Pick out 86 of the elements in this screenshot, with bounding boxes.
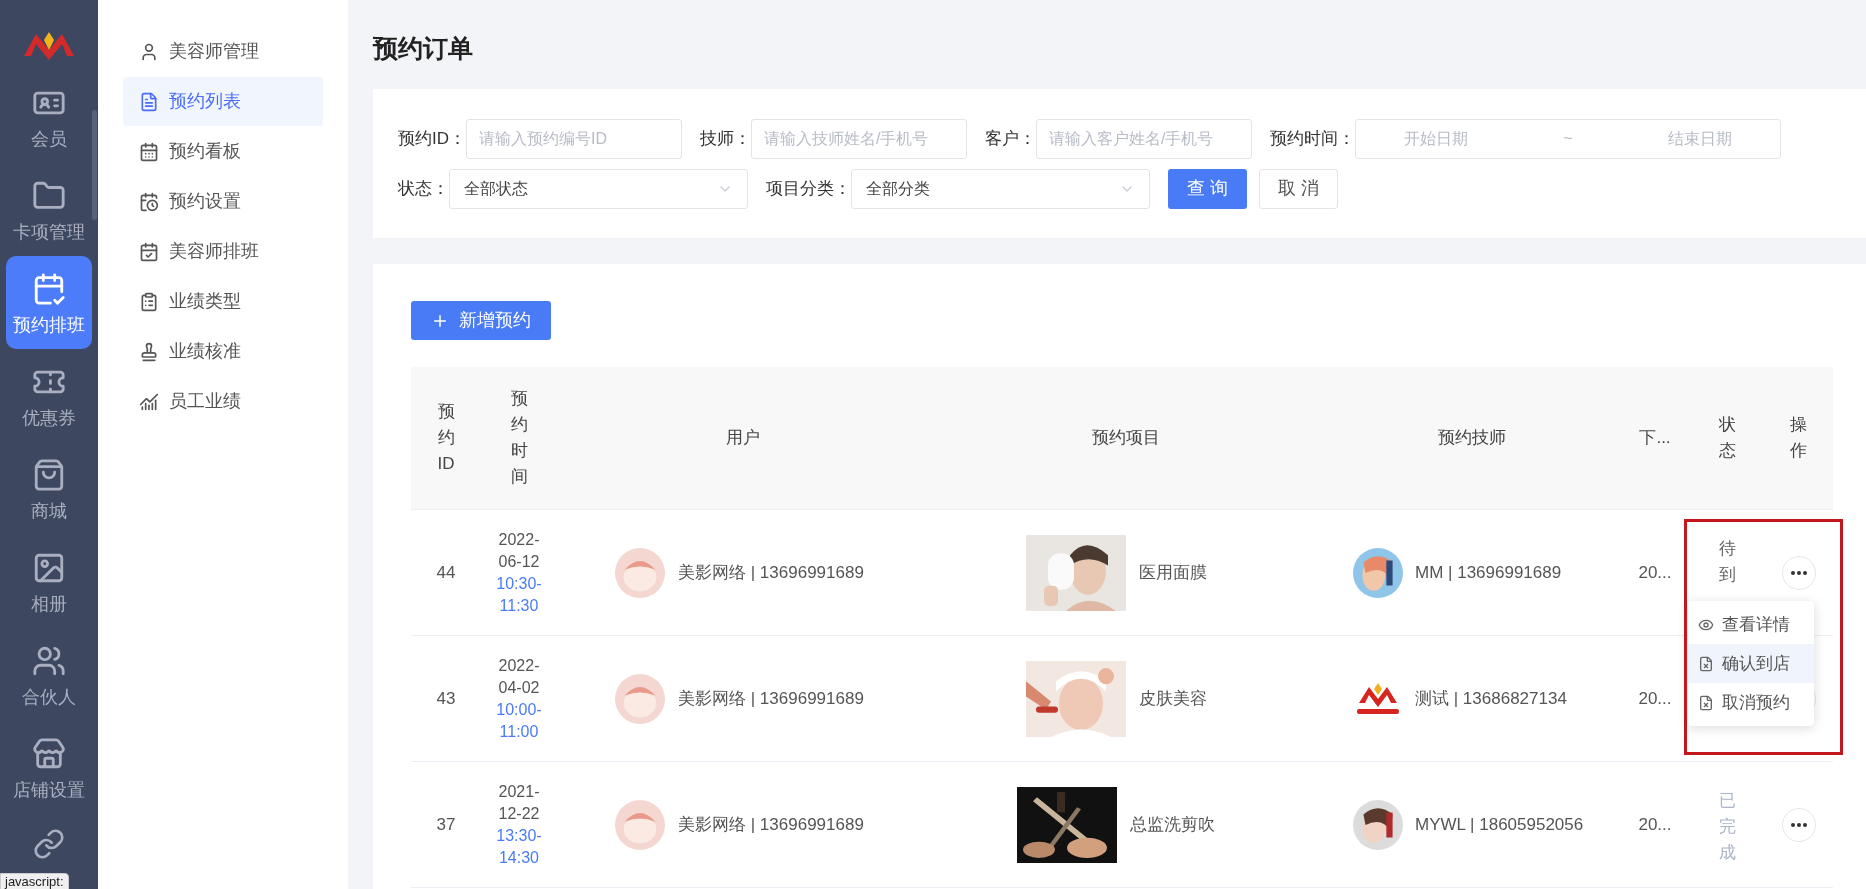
cancel-button[interactable]: 取 消	[1259, 168, 1338, 209]
submenu-item[interactable]: 预约看板	[123, 127, 323, 176]
table-cell-text: 美影网络 | 13696991689	[678, 687, 864, 710]
nav-item[interactable]: 卡项管理	[6, 163, 92, 256]
nav-item[interactable]: 优惠券	[6, 349, 92, 442]
table-cell-text: 测试 | 13686827134	[1415, 687, 1567, 710]
input-field[interactable]: 请输入技师姓名/手机号	[751, 118, 967, 159]
column-header: 下...	[1639, 427, 1671, 449]
select-field[interactable]: 全部分类	[851, 168, 1150, 209]
input-field[interactable]: 请输入客户姓名/手机号	[1036, 118, 1252, 159]
more-button[interactable]	[1781, 555, 1816, 590]
link-tooltip: javascript:	[0, 873, 69, 889]
menu-item[interactable]: 确认到店	[1688, 644, 1814, 683]
submenu-item[interactable]: 预约列表	[123, 77, 323, 126]
table-cell-text: 44	[436, 561, 456, 584]
table-cell-text: 37	[436, 813, 456, 836]
column-header: 预约项目	[1092, 427, 1160, 449]
avatar	[615, 673, 665, 724]
calendar-clock-icon	[139, 191, 159, 212]
page-title: 预约订单	[373, 33, 474, 64]
filter-label: 技师：	[700, 127, 751, 150]
submenu-item[interactable]: 业绩核准	[123, 327, 323, 376]
column-header: 预约技师	[1437, 427, 1506, 449]
table-cell-text: 20...	[1638, 687, 1672, 710]
column-header: 状态	[1717, 414, 1737, 462]
add-button[interactable]: 新增预约	[411, 301, 551, 340]
table-cell-text: 20...	[1638, 561, 1672, 584]
calendar-check-icon	[32, 271, 66, 306]
bag-icon	[32, 457, 66, 492]
store-icon	[32, 736, 66, 771]
nav-item[interactable]: 商城	[6, 442, 92, 535]
submenu-item[interactable]: 业绩类型	[123, 277, 323, 326]
table-cell-text: 20...	[1638, 813, 1672, 836]
search-button[interactable]: 查 询	[1168, 168, 1247, 209]
stamp-icon	[139, 341, 159, 362]
link-icon[interactable]	[33, 828, 65, 860]
status-text: 已完成	[1718, 790, 1736, 864]
document-icon	[139, 91, 159, 112]
avatar	[615, 799, 665, 850]
submenu-item[interactable]: 预约设置	[123, 177, 323, 226]
checklist-icon	[139, 291, 159, 312]
document-icon	[1698, 694, 1714, 711]
column-header: 预约ID	[436, 401, 456, 475]
table-cell-text: 43	[436, 687, 456, 710]
time-text: 13:30-14:30	[495, 825, 543, 868]
select-field[interactable]: 全部状态	[449, 168, 748, 209]
filter-label: 预约时间：	[1270, 127, 1355, 150]
nav-item[interactable]: 店铺设置	[6, 721, 92, 814]
table-cell-text: 美影网络 | 13696991689	[678, 813, 864, 836]
filter-label: 项目分类：	[766, 177, 851, 200]
menu-item[interactable]: 查看详情	[1688, 605, 1814, 644]
table-cell-text: 2021-12-22	[497, 781, 541, 824]
filter-label: 状态：	[398, 177, 449, 200]
more-icon	[1790, 822, 1807, 827]
nav-item[interactable]: 预约排班	[6, 256, 92, 349]
chart-icon	[139, 391, 159, 412]
avatar	[615, 547, 665, 598]
submenu-item[interactable]: 员工业绩	[123, 377, 323, 426]
document-icon	[1698, 655, 1714, 672]
column-header: 用户	[726, 427, 760, 449]
table-cell-text: 2022-04-02	[497, 655, 541, 698]
status-text: 待到	[1718, 538, 1736, 586]
table-cell-text: 皮肤美容	[1139, 687, 1207, 710]
time-text: 10:00-11:00	[495, 699, 543, 742]
more-button[interactable]	[1781, 807, 1816, 842]
filter-label: 预约ID：	[398, 127, 466, 150]
column-header: 操作	[1789, 414, 1808, 462]
table-cell-text: 总监洗剪吹	[1130, 813, 1215, 836]
table-cell-text: 医用面膜	[1139, 561, 1207, 584]
calendar-icon	[139, 141, 159, 162]
time-text: 10:30-11:30	[495, 573, 543, 616]
filter-label: 客户：	[985, 127, 1036, 150]
table-cell-text: MYWL | 18605952056	[1415, 813, 1584, 836]
submenu-item[interactable]: 美容师管理	[123, 27, 323, 76]
column-header: 预约时间	[509, 388, 529, 488]
menu-item[interactable]: 取消预约	[1688, 683, 1814, 722]
more-icon	[1790, 570, 1807, 575]
person-icon	[139, 41, 159, 62]
table-cell-text: 美影网络 | 13696991689	[678, 561, 864, 584]
submenu-item[interactable]: 美容师排班	[123, 227, 323, 276]
nav-item[interactable]: 相册	[6, 535, 92, 628]
nav-item[interactable]: 会员	[6, 78, 92, 163]
table-cell-text: 2022-06-12	[497, 529, 541, 572]
table-cell-text: MM | 13696991689	[1415, 561, 1562, 584]
nav-item[interactable]: 合伙人	[6, 628, 92, 721]
input-field[interactable]: 请输入预约编号ID	[466, 118, 682, 159]
